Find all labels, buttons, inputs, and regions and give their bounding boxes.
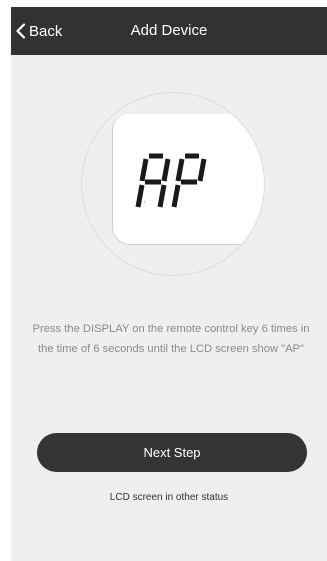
instruction-line-2: the time of 6 seconds until the LCD scre… xyxy=(37,343,304,355)
add-device-screen: Back Add Device Press the DISPLAY on the… xyxy=(11,7,327,561)
lcd-illustration xyxy=(81,92,265,276)
lcd-ap-glyphs xyxy=(132,153,207,209)
lcd-other-status-link[interactable]: LCD screen in other status xyxy=(11,492,327,503)
navigation-bar: Back Add Device xyxy=(11,7,327,55)
next-step-button[interactable]: Next Step xyxy=(37,433,307,472)
instruction-line-1: Press the DISPLAY on the remote control … xyxy=(32,323,310,335)
back-label: Back xyxy=(29,22,63,40)
chevron-left-icon xyxy=(16,23,26,39)
back-button[interactable]: Back xyxy=(15,7,62,55)
instruction-text: Press the DISPLAY on the remote control … xyxy=(15,319,327,359)
